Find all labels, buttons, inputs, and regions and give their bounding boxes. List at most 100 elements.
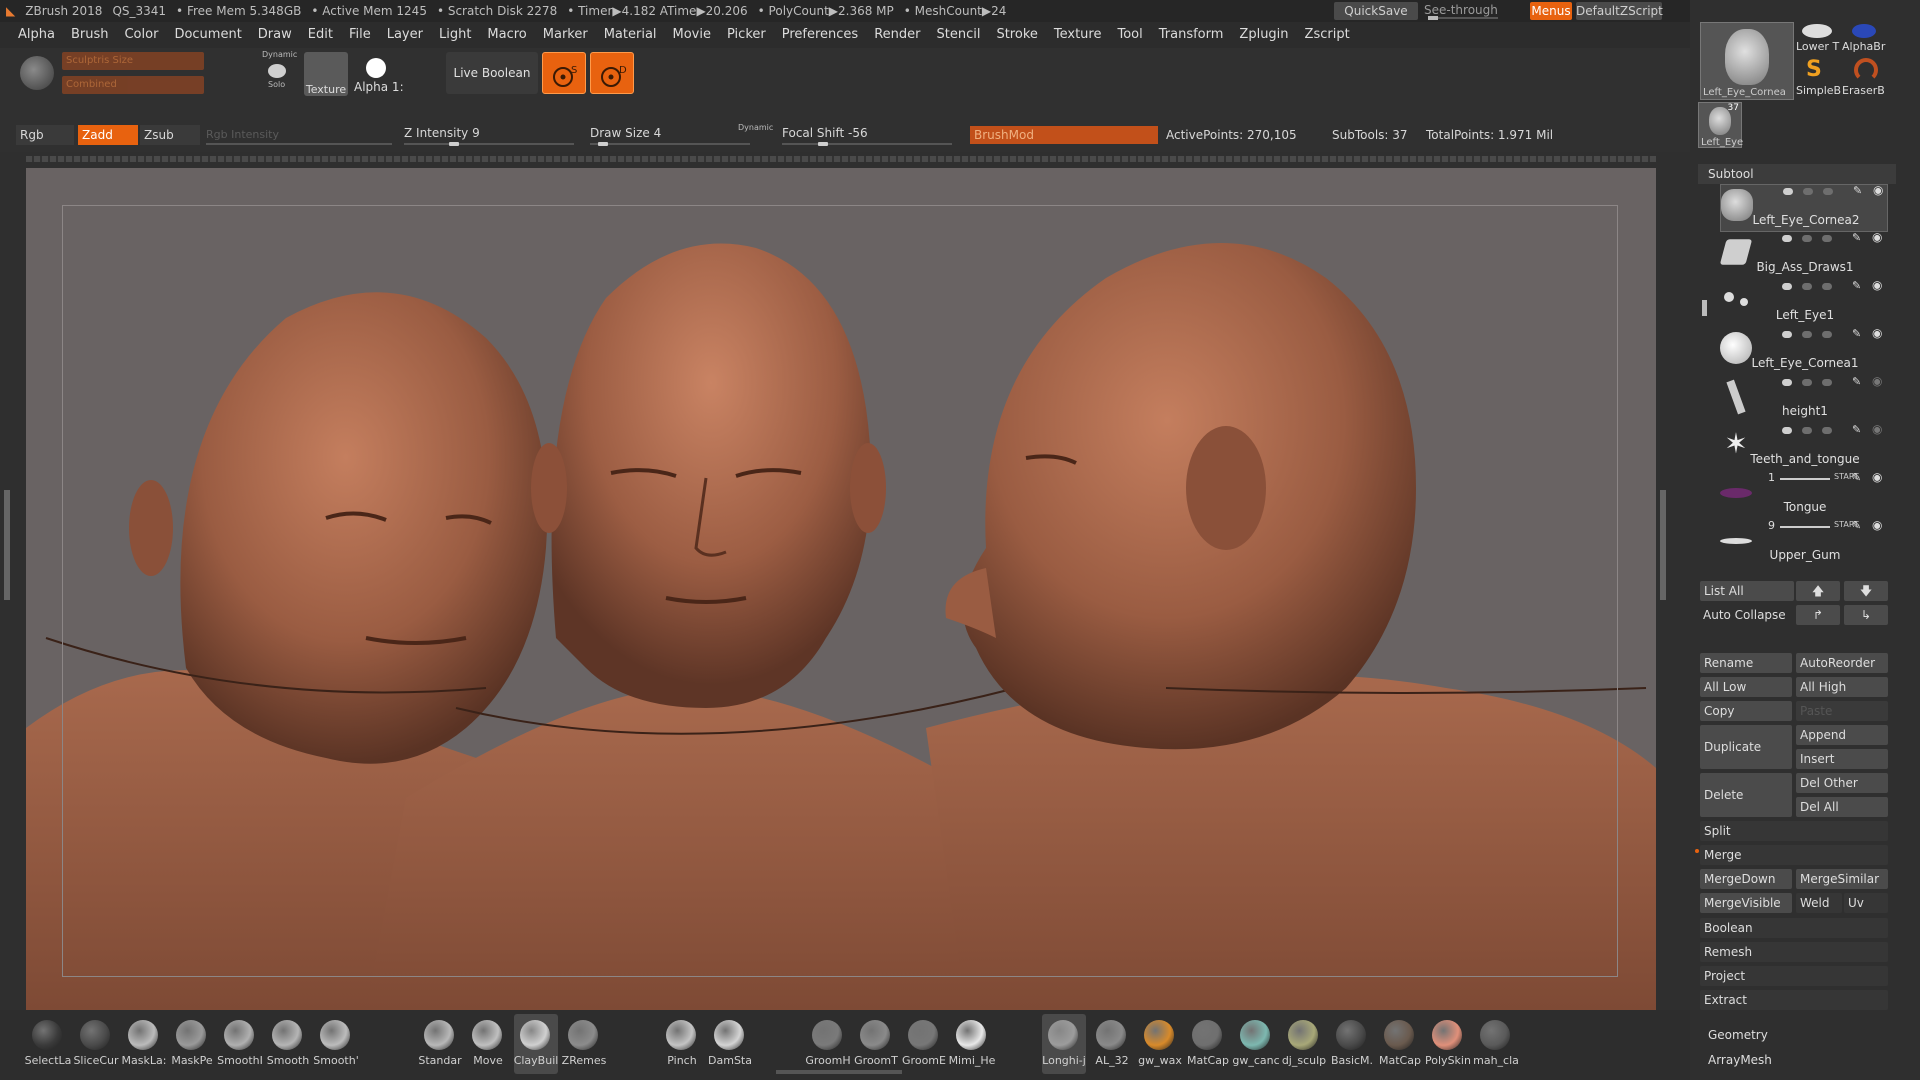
menu-color[interactable]: Color xyxy=(116,22,166,48)
all-low-button[interactable]: All Low xyxy=(1700,677,1792,697)
shelf-item-pinch[interactable]: Pinch xyxy=(660,1014,704,1074)
menu-tool[interactable]: Tool xyxy=(1109,22,1150,48)
alpha-slot[interactable]: Alpha 1: xyxy=(354,52,404,96)
zadd-toggle[interactable]: Zadd xyxy=(78,125,138,145)
menu-stencil[interactable]: Stencil xyxy=(928,22,988,48)
shelf-item-groom-turbulence[interactable]: GroomT xyxy=(854,1014,898,1074)
menu-zplugin[interactable]: Zplugin xyxy=(1231,22,1296,48)
see-through-slider[interactable]: See-through 0 xyxy=(1424,0,1504,37)
menu-file[interactable]: File xyxy=(341,22,379,48)
shelf-item-al-32[interactable]: AL_32 xyxy=(1090,1014,1134,1074)
duplicate-button[interactable]: Duplicate xyxy=(1700,725,1792,769)
subtool-controls[interactable]: ✎ ◉ xyxy=(1768,230,1888,246)
right-tray-handle[interactable] xyxy=(1660,490,1666,600)
shelf-item-matcap-2[interactable]: MatCap xyxy=(1378,1014,1422,1074)
menu-document[interactable]: Document xyxy=(166,22,249,48)
menu-alpha[interactable]: Alpha xyxy=(0,22,63,48)
shelf-item-maskpen[interactable]: MaskPe xyxy=(170,1014,214,1074)
delete-button[interactable]: Delete xyxy=(1700,773,1792,817)
texture-slot[interactable]: Texture xyxy=(304,52,348,96)
shelf-item-basic-material[interactable]: BasicM. xyxy=(1330,1014,1374,1074)
zsub-toggle[interactable]: Zsub xyxy=(140,125,200,145)
shelf-scroll-handle[interactable] xyxy=(776,1070,902,1074)
weld-toggle[interactable]: Weld xyxy=(1796,893,1842,913)
subtool-controls[interactable]: ✎ ◉ xyxy=(1768,278,1888,294)
shelf-item-longhi[interactable]: Longhi-j xyxy=(1042,1014,1086,1074)
shelf-item-mimi-head[interactable]: Mimi_He xyxy=(949,1014,995,1074)
menu-macro[interactable]: Macro xyxy=(479,22,534,48)
menu-picker[interactable]: Picker xyxy=(719,22,774,48)
list-all-button[interactable]: List All xyxy=(1700,581,1794,601)
tool-thumb-simpleb[interactable]: S SimpleB xyxy=(1796,56,1841,100)
menu-movie[interactable]: Movie xyxy=(665,22,719,48)
symmetry-s-button[interactable]: S xyxy=(542,52,586,94)
left-tray-handle[interactable] xyxy=(4,490,10,600)
append-button[interactable]: Append xyxy=(1796,725,1888,745)
mergesimilar-button[interactable]: MergeSimilar xyxy=(1796,869,1888,889)
subtool-controls[interactable]: ✎ ◉ xyxy=(1768,422,1888,438)
shelf-item-slicecurve[interactable]: SliceCur xyxy=(73,1014,119,1074)
subtool-controls[interactable]: 1 START ✎ ◉ xyxy=(1768,470,1888,486)
menu-brush[interactable]: Brush xyxy=(63,22,117,48)
menu-render[interactable]: Render xyxy=(866,22,928,48)
draw-size-knob[interactable] xyxy=(598,142,608,146)
shelf-item-polyskin[interactable]: PolySkin xyxy=(1425,1014,1471,1074)
shelf-item-masklasso[interactable]: MaskLa: xyxy=(122,1014,166,1074)
shelf-item-zremesher[interactable]: ZRemes xyxy=(562,1014,606,1074)
shelf-item-dj-sculpt[interactable]: dj_sculp xyxy=(1282,1014,1326,1074)
combined-field[interactable]: Combined xyxy=(62,76,204,94)
project-subpalette[interactable]: Project xyxy=(1700,966,1888,986)
paste-button[interactable]: Paste xyxy=(1796,701,1888,721)
shelf-item-standard[interactable]: Standar xyxy=(418,1014,462,1074)
copy-button[interactable]: Copy xyxy=(1700,701,1792,721)
menu-stroke[interactable]: Stroke xyxy=(988,22,1045,48)
shelf-item-mah-clay[interactable]: mah_cla xyxy=(1473,1014,1519,1074)
menu-material[interactable]: Material xyxy=(596,22,665,48)
merge-subpalette[interactable]: Merge xyxy=(1700,845,1888,865)
subtool-header[interactable]: Subtool xyxy=(1698,164,1896,184)
z-intensity-knob[interactable] xyxy=(449,142,459,146)
shelf-item-groom-hair[interactable]: GroomH xyxy=(805,1014,851,1074)
focal-shift-knob[interactable] xyxy=(818,142,828,146)
shelf-item-move[interactable]: Move xyxy=(466,1014,510,1074)
menu-texture[interactable]: Texture xyxy=(1046,22,1110,48)
draw-size-slider[interactable]: Draw Size 4 xyxy=(590,126,661,140)
mergevisible-button[interactable]: MergeVisible xyxy=(1700,893,1792,913)
subtool-scrollbar[interactable] xyxy=(1702,300,1707,316)
focal-shift-slider[interactable]: Focal Shift -56 xyxy=(782,126,868,140)
menu-marker[interactable]: Marker xyxy=(535,22,596,48)
subtool-controls[interactable]: 9 START ✎ ◉ xyxy=(1768,518,1888,534)
menus-toggle[interactable]: Menus xyxy=(1530,2,1572,20)
sculptris-mode-icon[interactable] xyxy=(20,56,54,90)
rgb-toggle[interactable]: Rgb xyxy=(16,125,74,145)
menu-zscript[interactable]: Zscript xyxy=(1297,22,1358,48)
subtool-item[interactable]: ✎ ◉ height1 xyxy=(1720,374,1888,424)
dynamic-size-toggle[interactable]: Dynamic xyxy=(738,123,773,132)
subtool-item[interactable]: ✎ ◉ Left_Eye_Cornea1 xyxy=(1720,326,1888,376)
timeline-strip[interactable] xyxy=(26,156,1656,162)
menu-transform[interactable]: Transform xyxy=(1151,22,1232,48)
shelf-item-damstandard[interactable]: DamSta xyxy=(708,1014,752,1074)
move-up-button[interactable]: 🡅 xyxy=(1796,581,1840,601)
quicksave-button[interactable]: QuickSave xyxy=(1334,2,1418,20)
brushmod-slider[interactable]: BrushMod xyxy=(970,126,1158,144)
menu-layer[interactable]: Layer xyxy=(379,22,431,48)
auto-collapse-toggle[interactable]: Auto Collapse xyxy=(1703,608,1786,622)
menu-draw[interactable]: Draw xyxy=(250,22,300,48)
shelf-item-smooth-3[interactable]: Smooth' xyxy=(313,1014,359,1074)
z-intensity-slider[interactable]: Z Intensity 9 xyxy=(404,126,480,140)
arrow-up-right-icon[interactable]: ↱ xyxy=(1796,605,1840,625)
menu-edit[interactable]: Edit xyxy=(300,22,341,48)
subtool-controls[interactable]: ✎ ◉ xyxy=(1768,326,1888,342)
tool-thumb-left-eye-cornea[interactable]: Left_Eye_Cornea xyxy=(1700,22,1794,100)
uv-toggle[interactable]: Uv xyxy=(1844,893,1888,913)
live-boolean-button[interactable]: Live Boolean xyxy=(446,52,538,94)
del-all-button[interactable]: Del All xyxy=(1796,797,1888,817)
shelf-item-smooth-1[interactable]: SmoothI xyxy=(217,1014,263,1074)
subtool-item[interactable]: 1 START ✎ ◉ Tongue xyxy=(1720,470,1888,520)
mergedown-button[interactable]: MergeDown xyxy=(1700,869,1792,889)
default-zscript-button[interactable]: DefaultZScript xyxy=(1576,2,1663,20)
menu-preferences[interactable]: Preferences xyxy=(774,22,866,48)
subtool-controls[interactable]: ✎ ◉ xyxy=(1769,183,1889,199)
dynamic-solo-button[interactable]: Dynamic Solo xyxy=(256,50,302,94)
